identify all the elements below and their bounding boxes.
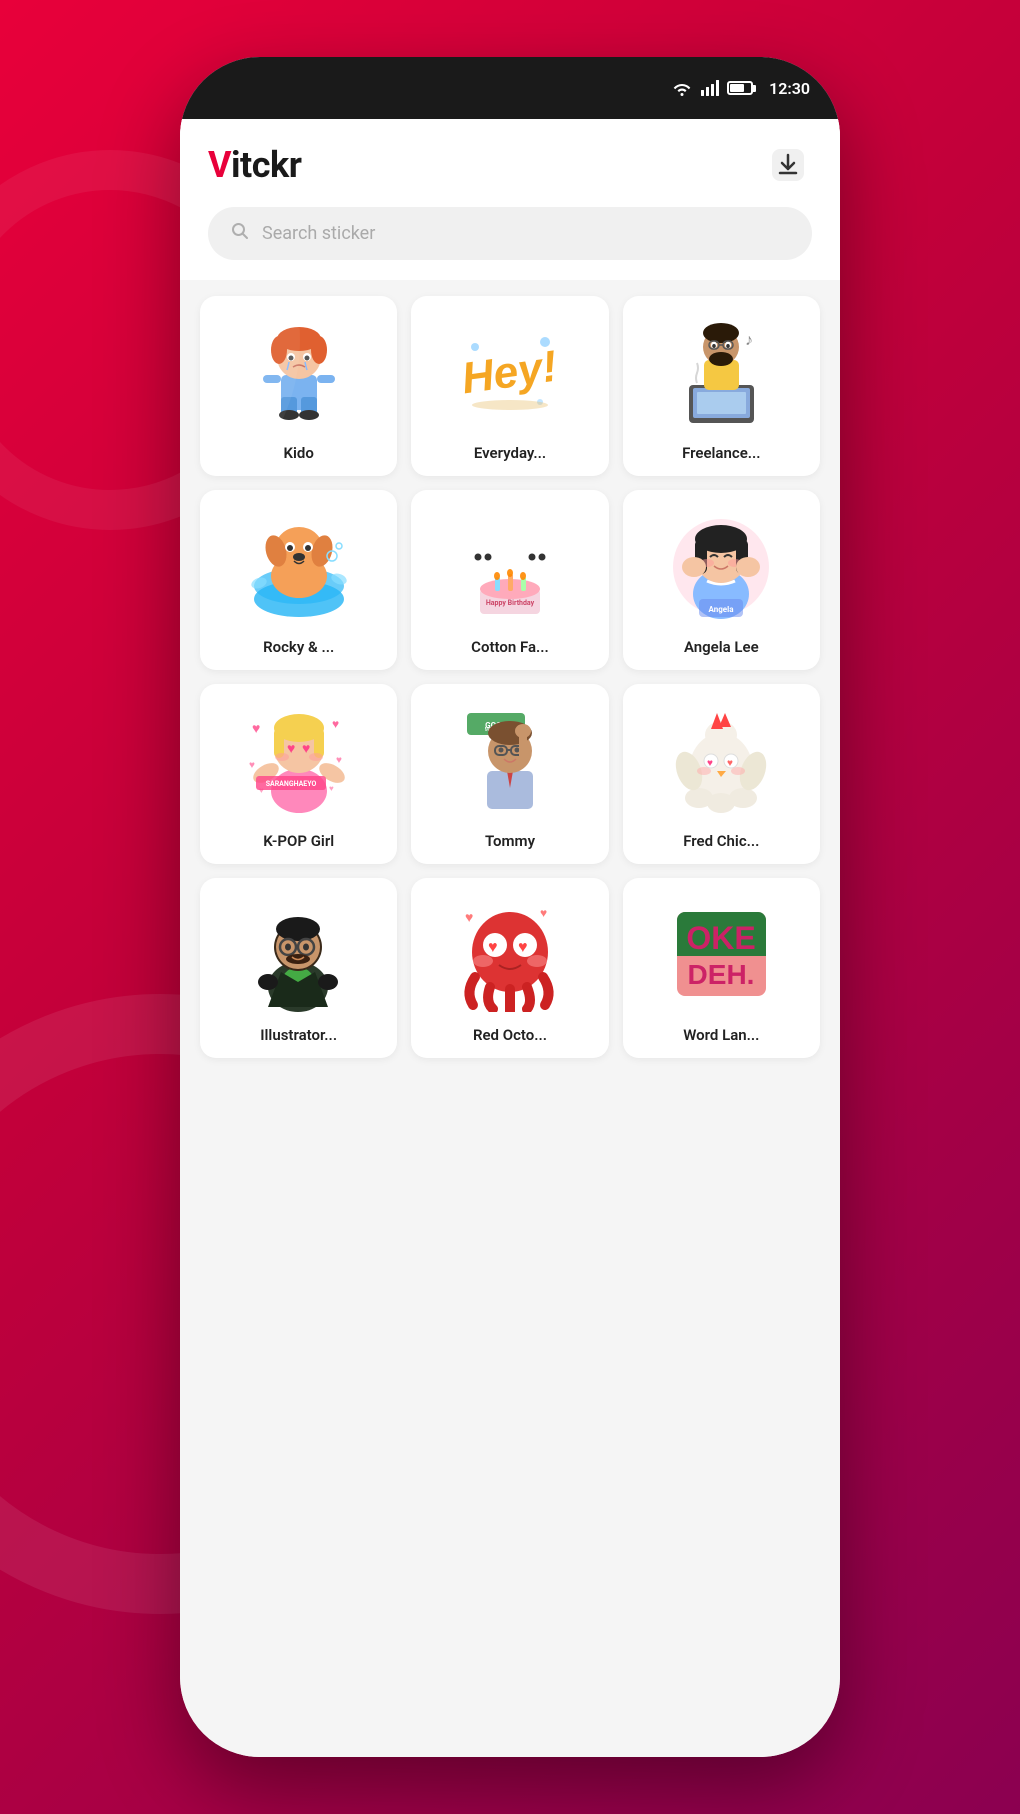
search-placeholder: Search sticker [262, 223, 375, 244]
sticker-grid: Kido Hey! Everyday... [180, 280, 840, 1757]
svg-text:♥: ♥ [518, 937, 528, 956]
sticker-card-everyday[interactable]: Hey! Everyday... [411, 296, 608, 476]
sticker-wordlan-svg: OKE DEH. [669, 904, 774, 1004]
signal-icon [701, 80, 719, 96]
sticker-label-kido: Kido [283, 444, 313, 462]
app-content: Vitckr Search sticker [180, 119, 840, 1757]
sticker-tommy-svg: GOOD MORNING [457, 703, 562, 818]
svg-text:♥: ♥ [332, 717, 339, 731]
sticker-everyday-svg: Hey! [455, 327, 565, 417]
sticker-angela-svg: Angela [669, 509, 774, 624]
sticker-image-tommy: GOOD MORNING [450, 700, 570, 820]
sticker-card-cotton[interactable]: Happy Birthday Cotton Fa... [411, 490, 608, 670]
sticker-card-freelance[interactable]: ♪ Freelance... [623, 296, 820, 476]
svg-text:♥: ♥ [465, 910, 473, 926]
status-time: 12:30 [769, 79, 810, 98]
sticker-image-fred: ♥ ♥ [661, 700, 781, 820]
svg-text:♥: ♥ [727, 758, 733, 769]
sticker-label-angela: Angela Lee [684, 638, 759, 656]
app-logo: Vitckr [208, 144, 301, 186]
sticker-card-angela[interactable]: Angela Angela Lee [623, 490, 820, 670]
battery-fill [730, 84, 744, 92]
logo-v: V [208, 144, 231, 186]
sticker-rocky-svg [244, 511, 354, 621]
svg-text:Hey!: Hey! [459, 342, 560, 404]
sticker-label-wordlan: Word Lan... [683, 1026, 759, 1044]
sticker-label-cotton: Cotton Fa... [471, 638, 549, 656]
status-bar: 12:30 [180, 57, 840, 119]
svg-text:♥: ♥ [540, 906, 547, 920]
sticker-image-angela: Angela [661, 506, 781, 626]
sticker-image-freelance: ♪ [661, 312, 781, 432]
sticker-freelance-svg: ♪ [669, 315, 774, 430]
sticker-redocto-svg: ♥ ♥ ♥ ♥ [455, 897, 565, 1012]
svg-text:DEH.: DEH. [687, 959, 754, 990]
sticker-card-rocky[interactable]: Rocky & ... [200, 490, 397, 670]
sticker-label-everyday: Everyday... [474, 444, 546, 462]
svg-text:♥: ♥ [488, 937, 498, 956]
sticker-label-tommy: Tommy [485, 832, 535, 850]
svg-text:SARANGHAEYO: SARANGHAEYO [265, 780, 316, 788]
svg-text:♥: ♥ [336, 755, 342, 766]
sticker-kido-svg [249, 315, 349, 430]
download-button[interactable] [764, 141, 812, 189]
sticker-card-illustrator[interactable]: Illustrator... [200, 878, 397, 1058]
app-header: Vitckr [180, 119, 840, 207]
sticker-fred-svg: ♥ ♥ [669, 703, 774, 818]
sticker-card-fred[interactable]: ♥ ♥ [623, 684, 820, 864]
sticker-card-kpop[interactable]: ♥ ♥ ♥ ♥ ♥ ♥ [200, 684, 397, 864]
sticker-card-kido[interactable]: Kido [200, 296, 397, 476]
svg-text:♥: ♥ [302, 741, 310, 757]
search-container: Search sticker [180, 207, 840, 280]
svg-text:♥: ♥ [249, 760, 255, 771]
sticker-label-redocto: Red Octo... [473, 1026, 547, 1044]
wifi-icon [671, 80, 693, 96]
sticker-image-kpop: ♥ ♥ ♥ ♥ ♥ ♥ [239, 700, 359, 820]
search-icon [230, 221, 250, 246]
sticker-label-illustrator: Illustrator... [260, 1026, 337, 1044]
download-icon [768, 145, 808, 185]
svg-text:OKE: OKE [686, 920, 755, 956]
status-icons: 12:30 [671, 79, 810, 98]
svg-text:♥: ♥ [707, 758, 713, 769]
phone-frame: 12:30 Vitckr [180, 57, 840, 1757]
sticker-label-fred: Fred Chic... [683, 832, 759, 850]
svg-text:♥: ♥ [252, 721, 260, 737]
sticker-illustrator-svg [246, 897, 351, 1012]
sticker-label-kpop: K-POP Girl [263, 832, 334, 850]
sticker-image-cotton: Happy Birthday [450, 506, 570, 626]
sticker-cotton-svg: Happy Birthday [455, 509, 565, 624]
svg-text:♥: ♥ [329, 784, 334, 793]
search-bar[interactable]: Search sticker [208, 207, 812, 260]
sticker-image-everyday: Hey! [450, 312, 570, 432]
battery-icon [727, 81, 753, 95]
svg-text:♥: ♥ [287, 741, 295, 757]
sticker-image-illustrator [239, 894, 359, 1014]
sticker-image-kido [239, 312, 359, 432]
sticker-image-redocto: ♥ ♥ ♥ ♥ [450, 894, 570, 1014]
sticker-label-freelance: Freelance... [682, 444, 760, 462]
sticker-card-tommy[interactable]: GOOD MORNING [411, 684, 608, 864]
sticker-label-rocky: Rocky & ... [263, 638, 334, 656]
sticker-kpop-svg: ♥ ♥ ♥ ♥ ♥ ♥ [244, 703, 354, 818]
svg-text:Happy Birthday: Happy Birthday [486, 599, 535, 607]
svg-text:♪: ♪ [745, 330, 753, 349]
sticker-image-rocky [239, 506, 359, 626]
logo-rest: itckr [231, 144, 301, 186]
sticker-image-wordlan: OKE DEH. [661, 894, 781, 1014]
sticker-card-redocto[interactable]: ♥ ♥ ♥ ♥ [411, 878, 608, 1058]
sticker-card-wordlan[interactable]: OKE DEH. Word Lan... [623, 878, 820, 1058]
svg-text:Angela: Angela [708, 605, 734, 614]
